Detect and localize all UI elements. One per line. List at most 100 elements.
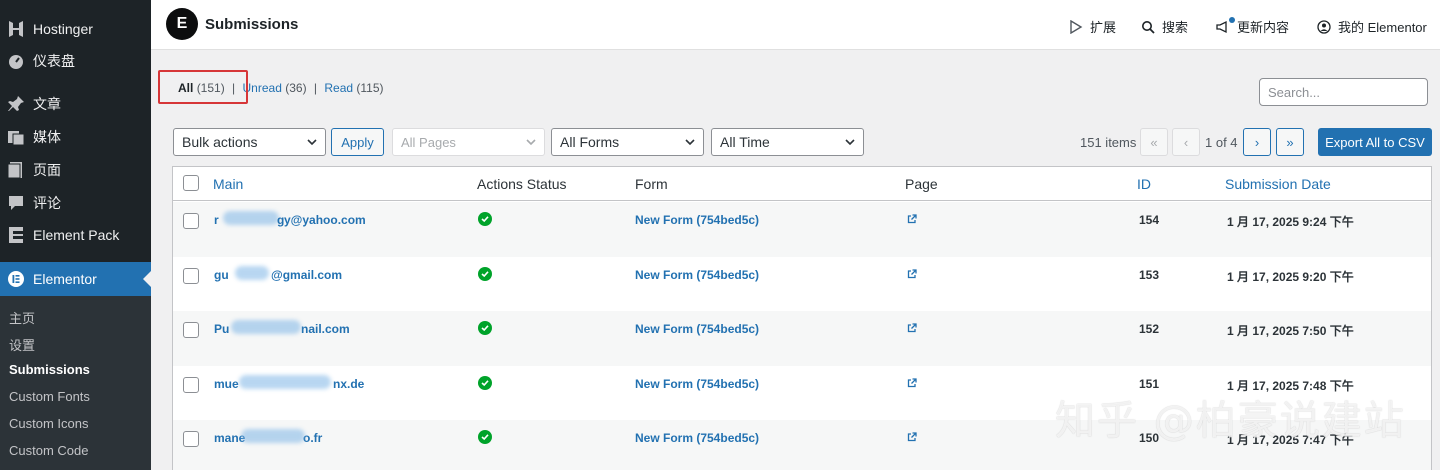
search-link[interactable]: 搜索 [1141, 17, 1188, 36]
main-email-end[interactable]: nail.com [301, 322, 350, 336]
table-row[interactable]: gu @gmail.com New Form (754bed5c) 153 1 月 17… [173, 257, 1431, 312]
export-csv-button[interactable]: Export All to CSV [1318, 128, 1432, 156]
annotation-highlight-box [158, 70, 248, 104]
pin-icon [6, 94, 26, 114]
last-page-button[interactable]: » [1276, 128, 1304, 156]
submission-id: 154 [1139, 213, 1160, 227]
external-link-icon[interactable] [907, 268, 917, 279]
page-icon [6, 160, 26, 180]
filter-read[interactable]: Read (115) [324, 81, 383, 95]
form-link[interactable]: New Form (754bed5c) [635, 213, 759, 227]
main-email-mid[interactable]: g [277, 213, 284, 227]
filter-unread-label: Unread [242, 81, 282, 95]
submission-date: 1 月 17, 2025 9:20 下午 [1227, 269, 1354, 284]
elementor-submenu: 主页 设置 Submissions Custom Fonts Custom Ic… [0, 296, 151, 470]
main-email-end[interactable]: nx.de [333, 377, 364, 391]
submenu-settings[interactable]: 设置 [9, 335, 35, 354]
pages-select[interactable]: All Pages [392, 128, 545, 156]
main-email-end[interactable]: o.fr [303, 431, 322, 445]
bulk-actions-select[interactable]: Bulk actions [173, 128, 326, 156]
search-label: 搜索 [1162, 20, 1189, 35]
next-page-button[interactable]: › [1243, 128, 1271, 156]
select-all-checkbox[interactable] [183, 175, 199, 191]
row-checkbox[interactable] [183, 213, 199, 229]
submission-id: 152 [1139, 322, 1160, 337]
user-icon [1317, 19, 1331, 34]
external-link-icon[interactable] [907, 323, 917, 333]
status-check-icon [478, 430, 492, 445]
elementor-logo: E [166, 8, 198, 40]
whats-new-label: 更新内容 [1237, 20, 1290, 35]
filter-read-label: Read [324, 81, 354, 95]
redacted-blur [231, 320, 301, 335]
apply-button[interactable]: Apply [331, 128, 384, 156]
column-page: Page [905, 176, 938, 192]
main-email-start[interactable]: gu [214, 268, 229, 282]
redacted-blur [235, 265, 269, 280]
table-header: Main Actions Status Form Page ID Submiss… [173, 167, 1431, 201]
submenu-custom-icons[interactable]: Custom Icons [9, 416, 88, 431]
sidebar-item-label: 仪表盘 [33, 53, 75, 69]
my-elementor-link[interactable]: 我的 Elementor [1317, 17, 1427, 36]
redacted-blur [239, 374, 331, 389]
form-link[interactable]: New Form (754bed5c) [635, 268, 759, 282]
form-link[interactable]: New Form (754bed5c) [635, 377, 759, 391]
sidebar-item-label: 媒体 [33, 129, 61, 145]
sidebar-item-pages[interactable]: 页面 [0, 155, 151, 185]
column-main[interactable]: Main [213, 176, 243, 192]
megaphone-icon [1216, 16, 1235, 34]
search-icon [1142, 20, 1155, 34]
page-title: Submissions [205, 16, 299, 33]
main-email-end[interactable]: @gmail.com [271, 268, 342, 282]
external-link-icon[interactable] [907, 432, 917, 442]
forms-select[interactable]: All Forms [551, 128, 704, 156]
redacted-blur [241, 429, 305, 444]
chevron-down-icon [685, 139, 695, 146]
table-row[interactable]: Pu nail.com New Form (754bed5c) 152 1 月 17, … [173, 311, 1431, 367]
submenu-submissions[interactable]: Submissions [9, 362, 90, 377]
sidebar-item-elementor[interactable]: Elementor [0, 262, 151, 296]
sidebar-item-comments[interactable]: 评论 [0, 188, 151, 218]
row-checkbox[interactable] [183, 431, 199, 448]
table-row[interactable]: r y@yahoo.com New Form (754bed5c) 154 1 月 17… [173, 202, 1431, 257]
submenu-custom-fonts[interactable]: Custom Fonts [9, 389, 90, 404]
separator: | [313, 81, 318, 95]
main-email-start[interactable]: Pu [214, 322, 229, 336]
submenu-home[interactable]: 主页 [9, 308, 35, 327]
row-checkbox[interactable] [183, 322, 199, 339]
sidebar-item-hostinger[interactable]: Hostinger [0, 14, 151, 44]
form-link[interactable]: New Form (754bed5c) [635, 431, 759, 445]
filter-unread[interactable]: Unread (36) [243, 81, 307, 95]
search-input[interactable]: Search... [1259, 78, 1428, 106]
main-email-start[interactable]: r [214, 213, 219, 227]
column-actions-status: Actions Status [477, 176, 567, 192]
prev-page-button: ‹ [1172, 128, 1200, 156]
form-link[interactable]: New Form (754bed5c) [635, 322, 759, 336]
my-elementor-label: 我的 Elementor [1338, 20, 1427, 35]
column-form: Form [635, 176, 668, 192]
extensions-link[interactable]: 扩展 [1069, 17, 1116, 36]
submission-id: 153 [1139, 267, 1160, 282]
items-count: 151 items [1080, 135, 1137, 150]
sidebar-item-posts[interactable]: 文章 [0, 89, 151, 119]
submenu-custom-code[interactable]: Custom Code [9, 443, 88, 458]
sidebar-item-label: 页面 [33, 162, 61, 178]
chevron-down-icon [845, 139, 855, 146]
time-select[interactable]: All Time [711, 128, 864, 156]
elementor-header: E Submissions 扩展 搜索 更新内容 我的 Elementor [151, 0, 1440, 50]
sidebar-item-dashboard[interactable]: 仪表盘 [0, 46, 151, 76]
row-checkbox[interactable] [183, 267, 199, 284]
column-id[interactable]: ID [1137, 176, 1151, 192]
main-email-end[interactable]: y@yahoo.com [284, 213, 366, 227]
sidebar-item-media[interactable]: 媒体 [0, 122, 151, 152]
column-submission-date[interactable]: Submission Date [1225, 176, 1331, 192]
sidebar-item-element-pack[interactable]: Element Pack [0, 220, 151, 250]
external-link-icon[interactable] [907, 214, 917, 224]
whats-new-link[interactable]: 更新内容 [1216, 16, 1290, 36]
time-value: All Time [720, 134, 770, 150]
main-email-start[interactable]: mue [214, 377, 239, 391]
external-link-icon[interactable] [907, 378, 917, 388]
status-check-icon [478, 375, 492, 390]
sidebar-item-label: Element Pack [33, 227, 120, 243]
row-checkbox[interactable] [183, 376, 199, 393]
